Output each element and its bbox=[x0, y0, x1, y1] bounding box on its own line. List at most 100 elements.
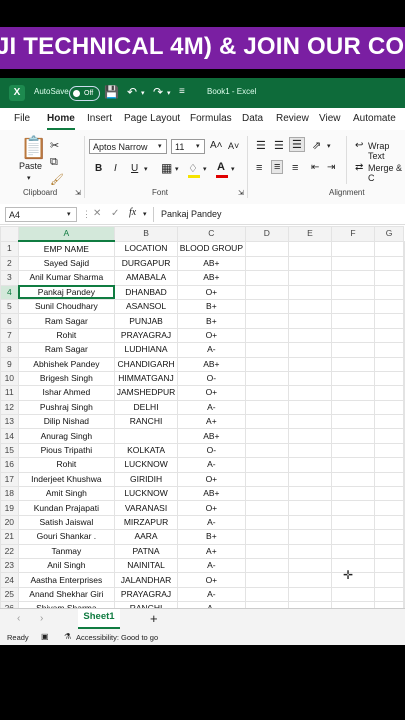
cell[interactable]: PRAYAGRAJ bbox=[114, 586, 178, 603]
next-sheet-icon[interactable]: › bbox=[40, 613, 43, 624]
tab-insert[interactable]: Insert bbox=[87, 113, 112, 124]
cell[interactable] bbox=[287, 342, 332, 358]
cell[interactable] bbox=[403, 356, 405, 372]
cell[interactable] bbox=[244, 284, 289, 300]
cell[interactable] bbox=[374, 270, 404, 286]
row-header[interactable]: 13 bbox=[0, 414, 19, 430]
cell[interactable]: B+ bbox=[176, 529, 246, 545]
decrease-font-icon[interactable]: A˅ bbox=[228, 141, 239, 151]
row-header[interactable]: 20 bbox=[0, 514, 19, 531]
cell[interactable]: B+ bbox=[176, 298, 246, 315]
cell[interactable] bbox=[403, 270, 405, 286]
cell[interactable]: LUCKNOW bbox=[114, 486, 178, 502]
merge-center-icon[interactable]: ⇄ bbox=[355, 162, 363, 173]
decrease-indent-icon[interactable]: ⇤ bbox=[311, 162, 319, 173]
accessibility-status[interactable]: Accessibility: Good to go bbox=[76, 633, 158, 642]
cell[interactable]: Anil Kumar Sharma bbox=[17, 270, 116, 286]
cell[interactable] bbox=[374, 414, 404, 430]
cell[interactable] bbox=[330, 457, 376, 473]
row-header[interactable]: 25 bbox=[0, 586, 19, 603]
cell[interactable] bbox=[330, 270, 376, 286]
cell[interactable] bbox=[374, 442, 404, 459]
cell[interactable] bbox=[244, 370, 289, 387]
cell[interactable] bbox=[244, 255, 289, 272]
cell[interactable] bbox=[403, 342, 405, 358]
cell[interactable]: Dilip Nishad bbox=[17, 414, 116, 430]
cell[interactable] bbox=[374, 327, 404, 344]
cell[interactable] bbox=[330, 471, 376, 488]
cell[interactable]: LOCATION bbox=[114, 240, 178, 257]
row-header[interactable]: 11 bbox=[0, 385, 19, 401]
cell[interactable]: O+ bbox=[176, 500, 246, 516]
cell[interactable]: KOLKATA bbox=[114, 442, 178, 459]
cell[interactable]: Sunil Choudhary bbox=[17, 298, 116, 315]
cell[interactable]: PATNA bbox=[114, 543, 178, 559]
cut-icon[interactable]: ✂ bbox=[50, 139, 59, 152]
fx-dropdown-icon[interactable]: ▾ bbox=[143, 210, 147, 218]
cell[interactable] bbox=[374, 514, 404, 531]
underline-button[interactable]: U bbox=[131, 163, 138, 174]
column-header-b[interactable]: B bbox=[114, 226, 178, 242]
cell[interactable] bbox=[330, 500, 376, 516]
cell[interactable] bbox=[403, 284, 405, 300]
cell[interactable] bbox=[403, 500, 405, 516]
name-box-dropdown-icon[interactable]: ▾ bbox=[67, 210, 71, 218]
row-header[interactable]: 12 bbox=[0, 399, 19, 416]
cell[interactable] bbox=[330, 356, 376, 372]
row-header[interactable]: 23 bbox=[0, 557, 19, 574]
row-header[interactable]: 6 bbox=[0, 313, 19, 329]
cell[interactable] bbox=[403, 529, 405, 545]
cell[interactable] bbox=[287, 327, 332, 344]
cell[interactable] bbox=[403, 471, 405, 488]
cell[interactable]: LUDHIANA bbox=[114, 342, 178, 358]
cell[interactable]: Ram Sagar bbox=[17, 342, 116, 358]
cell[interactable] bbox=[244, 327, 289, 344]
cell[interactable] bbox=[244, 240, 289, 257]
cell[interactable]: AB+ bbox=[176, 486, 246, 502]
cell[interactable]: Abhishek Pandey bbox=[17, 356, 116, 372]
align-middle-icon[interactable]: ☰ bbox=[274, 139, 284, 152]
row-header[interactable]: 4 bbox=[0, 284, 19, 300]
sheet-tab-sheet1[interactable]: Sheet1 bbox=[78, 609, 120, 629]
cell[interactable] bbox=[287, 586, 332, 603]
cell[interactable] bbox=[287, 399, 332, 416]
cell[interactable]: Sayed Sajid bbox=[17, 255, 116, 272]
paste-dropdown-icon[interactable]: ▾ bbox=[27, 174, 31, 182]
font-color-dropdown-icon[interactable]: ▾ bbox=[231, 165, 235, 173]
cell[interactable]: A- bbox=[176, 457, 246, 473]
row-header[interactable]: 17 bbox=[0, 471, 19, 488]
row-header[interactable]: 16 bbox=[0, 457, 19, 473]
cell[interactable] bbox=[244, 428, 289, 444]
cell[interactable] bbox=[244, 500, 289, 516]
paste-icon[interactable]: 📋 bbox=[20, 135, 47, 161]
align-top-icon[interactable]: ☰ bbox=[256, 139, 266, 152]
cell[interactable] bbox=[330, 370, 376, 387]
tab-file[interactable]: File bbox=[14, 113, 30, 124]
cell[interactable] bbox=[403, 486, 405, 502]
cell[interactable] bbox=[114, 428, 178, 444]
cell[interactable] bbox=[403, 298, 405, 315]
cell[interactable] bbox=[374, 529, 404, 545]
row-header[interactable]: 15 bbox=[0, 442, 19, 459]
accessibility-icon[interactable]: ⚗ bbox=[64, 632, 71, 641]
row-header[interactable]: 1 bbox=[0, 240, 19, 257]
cell[interactable]: RANCHI bbox=[114, 414, 178, 430]
cell[interactable] bbox=[330, 514, 376, 531]
cell[interactable]: Tanmay bbox=[17, 543, 116, 559]
cell[interactable] bbox=[244, 557, 289, 574]
cell[interactable] bbox=[374, 457, 404, 473]
tab-data[interactable]: Data bbox=[242, 113, 263, 124]
cell[interactable]: DURGAPUR bbox=[114, 255, 178, 272]
font-name-select[interactable]: Aptos Narrow bbox=[89, 139, 167, 154]
cell[interactable]: Satish Jaiswal bbox=[17, 514, 116, 531]
cell[interactable] bbox=[244, 399, 289, 416]
cell[interactable] bbox=[374, 313, 404, 329]
cell[interactable]: PRAYAGRAJ bbox=[114, 327, 178, 344]
cell[interactable]: LUCKNOW bbox=[114, 457, 178, 473]
tab-home[interactable]: Home bbox=[47, 113, 75, 130]
undo-icon[interactable]: ↶ bbox=[127, 85, 137, 99]
enter-icon[interactable]: ✓ bbox=[111, 208, 119, 219]
cell[interactable] bbox=[374, 385, 404, 401]
cell[interactable] bbox=[374, 428, 404, 444]
cell[interactable] bbox=[287, 270, 332, 286]
